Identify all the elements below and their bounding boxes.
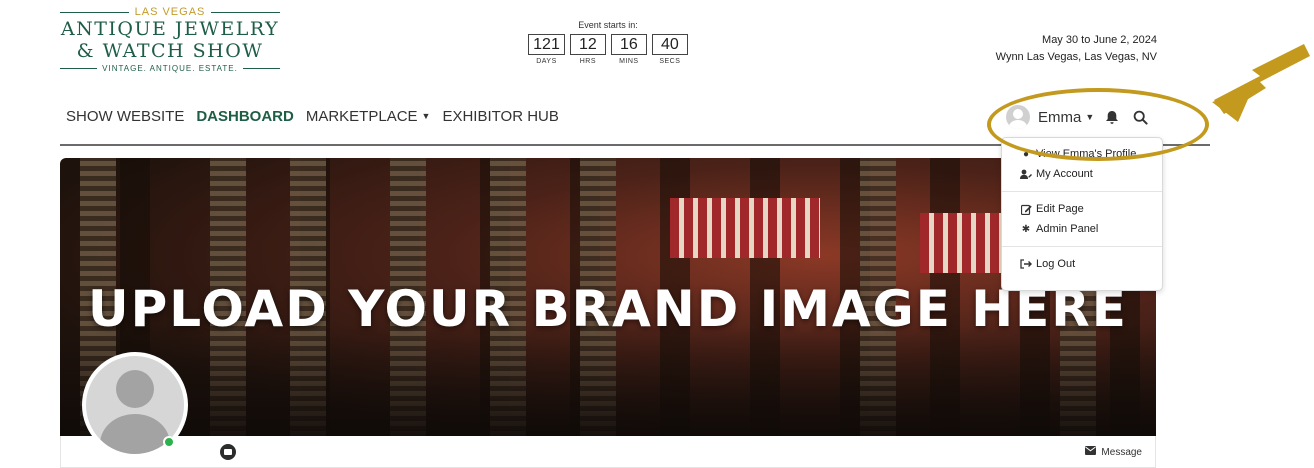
countdown-label: HRS [579, 58, 596, 65]
menu-my-account[interactable]: My Account [1002, 164, 1162, 184]
banner-upload-text: UPLOAD YOUR BRAND IMAGE HERE [88, 280, 1128, 338]
logo-top-text: LAS VEGAS [134, 6, 206, 18]
nav-exhibitor-hub[interactable]: EXHIBITOR HUB [442, 108, 558, 125]
event-location: Wynn Las Vegas, Las Vegas, NV [995, 51, 1157, 63]
menu-admin-panel[interactable]: ✱ Admin Panel [1002, 219, 1162, 239]
message-label: Message [1101, 446, 1142, 458]
avatar-body [100, 414, 170, 454]
main-nav: SHOW WEBSITE DASHBOARD MARKETPLACE ▼ EXHI… [66, 108, 559, 125]
caret-down-icon: ▼ [421, 111, 431, 121]
menu-view-profile[interactable]: ● View Emma's Profile [1002, 144, 1162, 164]
countdown-seconds: 40 SECS [651, 34, 688, 65]
user-menu: Emma ▼ [1006, 105, 1150, 129]
logo-rule [60, 68, 98, 69]
logo-line-2: & WATCH SHOW [76, 40, 264, 62]
countdown-value: 121 [528, 34, 565, 55]
menu-item-label: Log Out [1036, 258, 1076, 270]
menu-divider [1002, 246, 1162, 247]
edit-icon [1020, 204, 1032, 215]
logo-top: LAS VEGAS [60, 6, 281, 18]
countdown-label: DAYS [536, 58, 557, 65]
cog-icon: ✱ [1021, 223, 1031, 235]
logo-tagline: VINTAGE. ANTIQUE. ESTATE. [102, 64, 238, 73]
user-edit-icon [1020, 169, 1032, 179]
logout-icon [1020, 259, 1032, 269]
bell-icon[interactable] [1102, 110, 1122, 125]
online-status-dot [163, 436, 175, 448]
banner-shade [60, 326, 1156, 436]
nav-show-website[interactable]: SHOW WEBSITE [66, 108, 184, 125]
nav-dashboard[interactable]: DASHBOARD [196, 108, 294, 125]
user-name[interactable]: Emma [1038, 109, 1081, 126]
logo-rule [242, 68, 280, 69]
countdown-value: 12 [569, 34, 606, 55]
show-logo[interactable]: LAS VEGAS ANTIQUE JEWELRY & WATCH SHOW V… [60, 6, 281, 73]
envelope-icon [1085, 446, 1097, 458]
nav-marketplace[interactable]: MARKETPLACE ▼ [306, 108, 431, 125]
event-dates: May 30 to June 2, 2024 [1042, 34, 1157, 46]
countdown-timer: Event starts in: 121 DAYS 12 HRS 16 MINS… [516, 20, 700, 65]
person-icon: ● [1022, 148, 1030, 160]
banner-awning [670, 198, 820, 258]
countdown-value: 40 [651, 34, 688, 55]
pointer-arrow-icon [1212, 44, 1310, 122]
nav-marketplace-label: MARKETPLACE [305, 108, 418, 125]
menu-log-out[interactable]: Log Out [1002, 254, 1162, 274]
event-info: May 30 to June 2, 2024 Wynn Las Vegas, L… [996, 32, 1157, 66]
countdown-minutes: 16 MINS [610, 34, 647, 65]
message-button[interactable]: Message [1085, 446, 1142, 458]
menu-divider [1002, 191, 1162, 192]
logo-rule [211, 11, 281, 13]
user-dropdown-menu: ● View Emma's Profile My Account Edit Pa… [1001, 137, 1163, 291]
logo-bottom: VINTAGE. ANTIQUE. ESTATE. [60, 64, 280, 73]
logo-rule [60, 11, 129, 13]
countdown-label: MINS [619, 58, 639, 65]
avatar-head [116, 370, 154, 408]
countdown-value: 16 [610, 34, 647, 55]
menu-edit-page[interactable]: Edit Page [1002, 199, 1162, 219]
countdown-days: 121 DAYS [528, 34, 565, 65]
caret-down-icon[interactable]: ▼ [1085, 112, 1094, 122]
brand-banner[interactable]: UPLOAD YOUR BRAND IMAGE HERE [60, 158, 1156, 436]
menu-item-label: My Account [1036, 168, 1093, 180]
menu-item-label: Admin Panel [1036, 223, 1099, 235]
logo-line-1: ANTIQUE JEWELRY [60, 18, 280, 40]
id-card-icon[interactable] [220, 444, 236, 460]
countdown-title: Event starts in: [578, 20, 638, 30]
countdown-label: SECS [659, 58, 681, 65]
countdown-hours: 12 HRS [569, 34, 606, 65]
menu-item-label: View Emma's Profile [1036, 148, 1137, 160]
menu-item-label: Edit Page [1036, 203, 1084, 215]
user-avatar[interactable] [1006, 105, 1030, 129]
search-icon[interactable] [1130, 110, 1150, 125]
